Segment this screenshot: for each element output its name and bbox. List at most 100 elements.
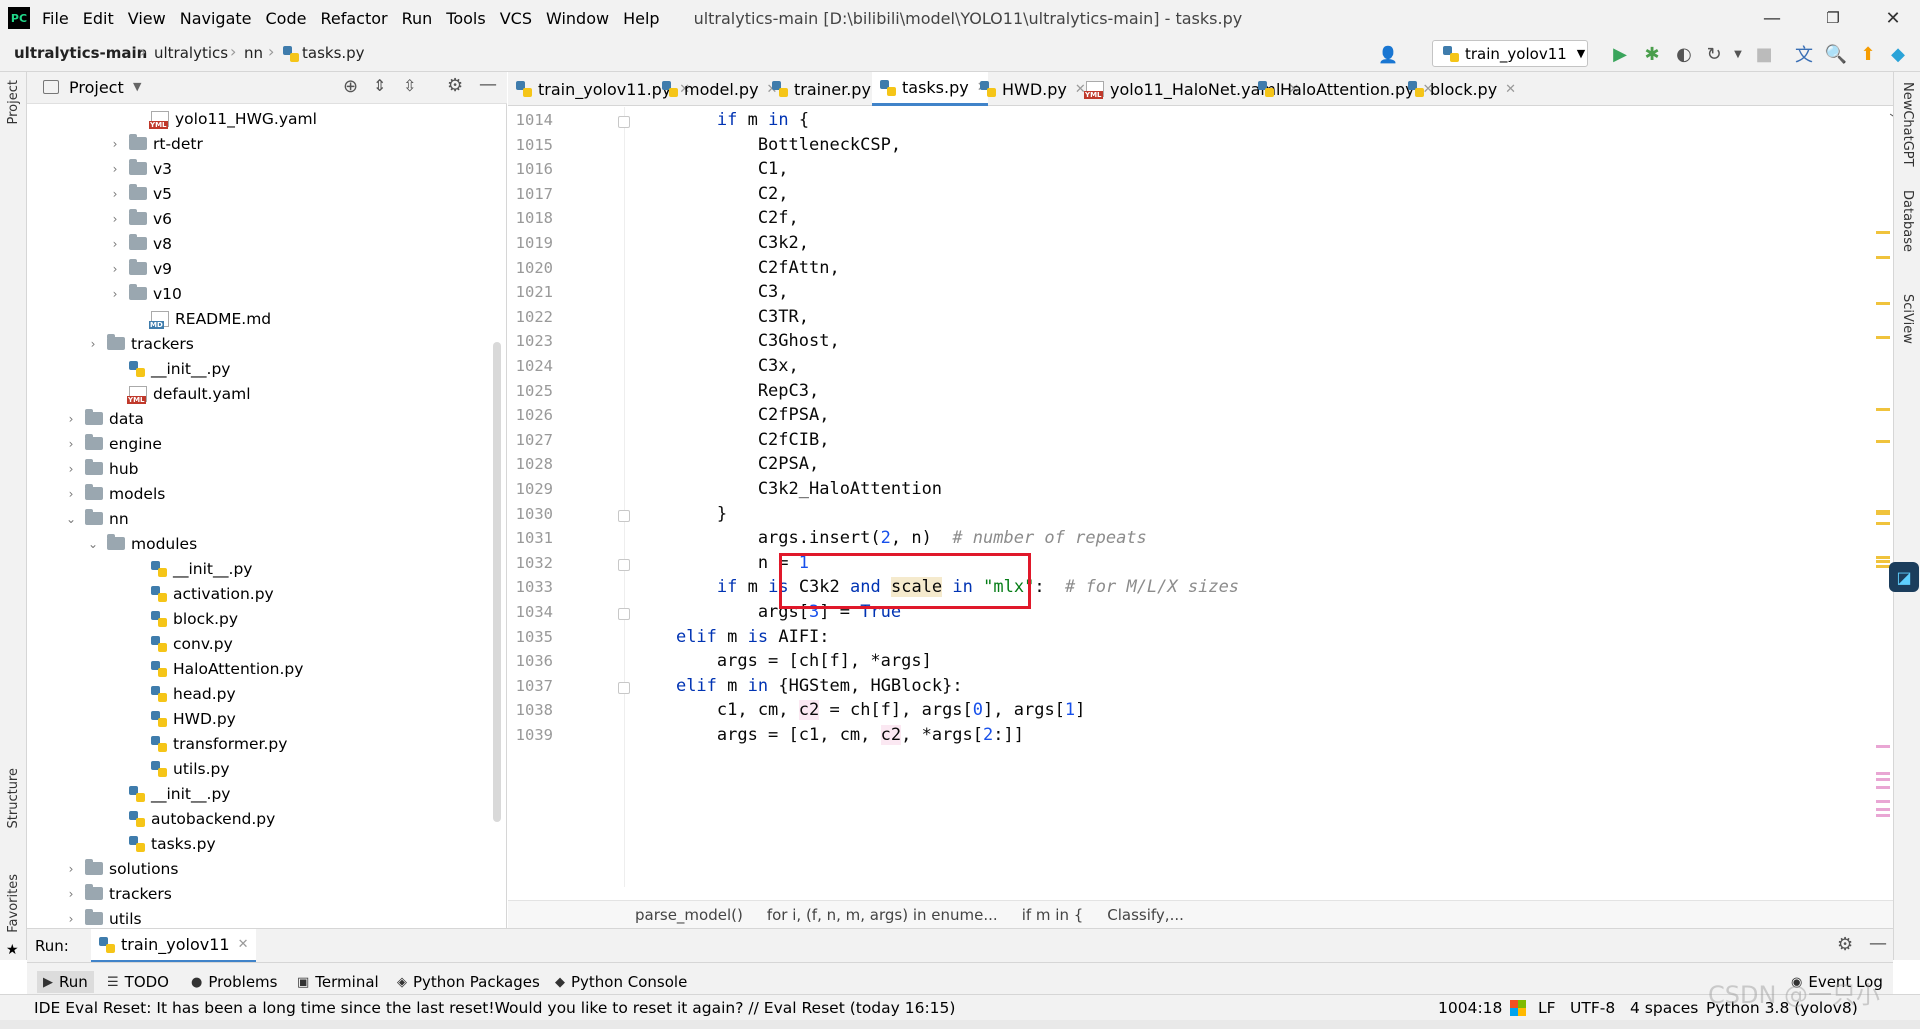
code-line[interactable]: C3k2_HaloAttention: [635, 479, 942, 499]
error-stripe-marker[interactable]: [1876, 408, 1890, 411]
tree-item[interactable]: HaloAttention.py: [129, 656, 303, 681]
line-number[interactable]: 1029: [508, 480, 553, 498]
chevron-right-icon[interactable]: ›: [63, 487, 79, 501]
line-number[interactable]: 1039: [508, 726, 553, 744]
close-window-button[interactable]: ✕: [1868, 0, 1918, 36]
error-stripe-marker[interactable]: [1876, 808, 1890, 811]
chevron-right-icon[interactable]: ›: [107, 212, 123, 226]
line-number[interactable]: 1033: [508, 578, 553, 596]
tree-item[interactable]: › data: [63, 406, 144, 431]
editor-tab[interactable]: HWD.py ✕: [972, 72, 1086, 106]
code-crumb-function[interactable]: parse_model(): [635, 906, 743, 924]
tool-window-python-console[interactable]: ◆ Python Console: [555, 973, 687, 991]
code-line[interactable]: args = [c1, cm, c2, *args[2:]]: [635, 725, 1024, 745]
line-separator[interactable]: LF: [1538, 999, 1556, 1017]
menu-view[interactable]: View: [128, 9, 166, 28]
tree-item[interactable]: YML default.yaml: [107, 381, 251, 406]
tree-item[interactable]: › utils: [63, 906, 142, 928]
hide-panel-icon[interactable]: —: [1869, 933, 1887, 954]
error-stripe-marker[interactable]: [1876, 440, 1890, 443]
tree-item[interactable]: __init__.py: [129, 556, 252, 581]
editor-tab[interactable]: model.py ✕: [654, 72, 777, 106]
tree-item[interactable]: › engine: [63, 431, 162, 456]
breadcrumb-ultralytics[interactable]: ultralytics: [154, 44, 228, 62]
tree-item[interactable]: › solutions: [63, 856, 178, 881]
fold-marker-icon[interactable]: [618, 558, 630, 571]
profile-icon[interactable]: ↻: [1702, 42, 1726, 66]
line-number[interactable]: 1036: [508, 652, 553, 670]
line-number[interactable]: 1018: [508, 209, 553, 227]
tree-item[interactable]: conv.py: [129, 631, 233, 656]
error-stripe-marker[interactable]: [1876, 772, 1890, 775]
code-line[interactable]: C2,: [635, 184, 789, 204]
line-number[interactable]: 1015: [508, 136, 553, 154]
error-stripe-marker[interactable]: [1876, 800, 1890, 803]
sciview-tool-button[interactable]: SciView: [1900, 294, 1915, 344]
error-stripe-marker[interactable]: [1876, 560, 1890, 563]
assistant-icon[interactable]: ◪: [1889, 562, 1919, 592]
run-configuration-select[interactable]: train_yolov11 ▼: [1432, 40, 1588, 67]
code-line[interactable]: RepC3,: [635, 381, 819, 401]
user-icon[interactable]: 👤: [1376, 42, 1400, 66]
gear-icon[interactable]: ⚙: [447, 75, 463, 96]
tree-item[interactable]: › hub: [63, 456, 139, 481]
chevron-right-icon[interactable]: ›: [107, 237, 123, 251]
tree-item[interactable]: autobackend.py: [107, 806, 275, 831]
code-line[interactable]: C3TR,: [635, 307, 809, 327]
tool-window-terminal[interactable]: ▣ Terminal: [297, 973, 379, 991]
breadcrumb-nn[interactable]: nn: [244, 44, 263, 62]
status-message[interactable]: IDE Eval Reset: It has been a long time …: [34, 999, 955, 1017]
close-icon[interactable]: ✕: [238, 937, 249, 952]
menu-window[interactable]: Window: [546, 9, 609, 28]
menu-file[interactable]: File: [42, 9, 69, 28]
editor-tab[interactable]: block.py ✕: [1400, 72, 1516, 106]
error-stripe-marker[interactable]: [1876, 512, 1890, 515]
tree-item[interactable]: › rt-detr: [107, 131, 203, 156]
code-crumb-if[interactable]: if m in {: [1022, 906, 1084, 924]
tree-item[interactable]: block.py: [129, 606, 238, 631]
tool-window-python-packages[interactable]: ◈ Python Packages: [397, 973, 540, 991]
debug-icon[interactable]: ✱: [1640, 42, 1664, 66]
line-number[interactable]: 1016: [508, 160, 553, 178]
line-number[interactable]: 1038: [508, 701, 553, 719]
chevron-right-icon[interactable]: ›: [107, 262, 123, 276]
fold-marker-icon[interactable]: [618, 509, 630, 522]
error-stripe-marker[interactable]: [1876, 778, 1890, 781]
code-line[interactable]: }: [635, 504, 727, 524]
tree-item[interactable]: HWD.py: [129, 706, 236, 731]
tree-item[interactable]: › v3: [107, 156, 172, 181]
tree-item[interactable]: › v10: [107, 281, 182, 306]
line-number[interactable]: 1030: [508, 505, 553, 523]
code-line[interactable]: elif m is AIFI:: [635, 627, 830, 647]
project-panel-title[interactable]: Project: [69, 78, 124, 97]
run-tab-train[interactable]: train_yolov11 ✕: [91, 929, 257, 963]
line-number[interactable]: 1023: [508, 332, 553, 350]
code-line[interactable]: elif m in {HGStem, HGBlock}:: [635, 676, 963, 696]
tool-window-problems[interactable]: ● Problems: [191, 973, 277, 991]
tree-item[interactable]: › v5: [107, 181, 172, 206]
tree-item[interactable]: › trackers: [85, 331, 194, 356]
tool-window-run[interactable]: ▶ Run: [37, 971, 94, 993]
tree-item[interactable]: utils.py: [129, 756, 230, 781]
collapse-all-icon[interactable]: ⇳: [403, 76, 416, 95]
more-run-options-icon[interactable]: ▼: [1726, 42, 1750, 66]
error-stripe-marker[interactable]: [1876, 231, 1890, 234]
chevron-down-icon[interactable]: ▼: [133, 80, 141, 93]
line-number[interactable]: 1017: [508, 185, 553, 203]
search-icon[interactable]: 🔍: [1824, 42, 1848, 66]
code-line[interactable]: C2f,: [635, 208, 799, 228]
error-stripe-marker[interactable]: [1876, 256, 1890, 259]
menu-tools[interactable]: Tools: [446, 9, 485, 28]
line-number[interactable]: 1028: [508, 455, 553, 473]
expand-all-icon[interactable]: ⇕: [373, 76, 386, 95]
project-tool-button[interactable]: Project: [6, 80, 21, 124]
minimize-button[interactable]: —: [1747, 0, 1797, 36]
menu-edit[interactable]: Edit: [83, 9, 114, 28]
code-line[interactable]: C2fPSA,: [635, 405, 830, 425]
line-number[interactable]: 1031: [508, 529, 553, 547]
line-number[interactable]: 1027: [508, 431, 553, 449]
favorites-tool-button[interactable]: Favorites: [6, 874, 21, 933]
run-icon[interactable]: ▶: [1608, 42, 1632, 66]
code-line[interactable]: C2fAttn,: [635, 258, 840, 278]
menu-vcs[interactable]: VCS: [500, 9, 532, 28]
